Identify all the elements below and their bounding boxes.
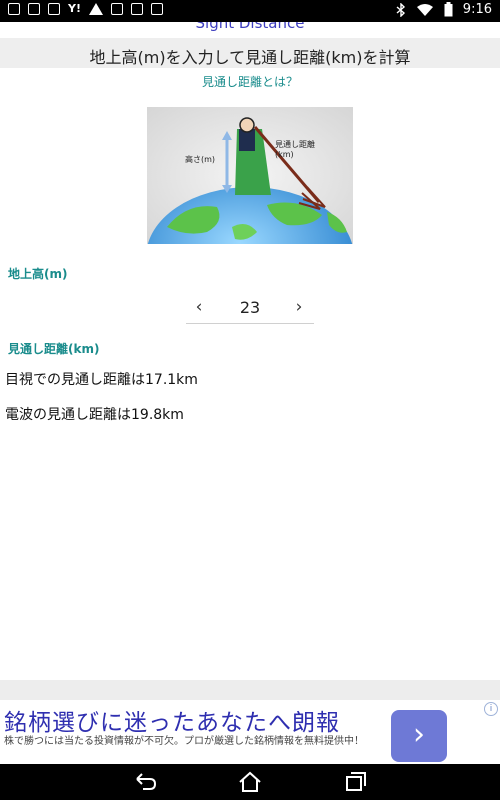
recent-apps-icon[interactable] xyxy=(342,770,370,794)
page-heading: 地上高(m)を入力して見通し距離(km)を計算 xyxy=(89,48,411,67)
increment-button[interactable]: › xyxy=(288,297,310,319)
app-title: Sight Distance xyxy=(195,22,305,32)
distance-caption-unit: (km) xyxy=(275,150,294,159)
mail-icon xyxy=(48,3,60,15)
distance-caption: 見通し距離 xyxy=(275,139,315,149)
ad-open-button[interactable]: › xyxy=(391,710,447,762)
sim-icon xyxy=(110,3,123,15)
height-caption: 高さ(m) xyxy=(185,154,215,164)
sight-distance-illustration: 高さ(m) 見通し距離 (km) xyxy=(147,107,353,244)
visual-distance-result: 目視での見通し距離は17.1km xyxy=(5,372,198,388)
app-title-bar: Sight Distance xyxy=(0,22,500,38)
home-icon[interactable] xyxy=(236,770,264,794)
back-icon[interactable] xyxy=(130,770,158,794)
wifi-icon xyxy=(416,3,433,16)
ad-subtitle[interactable]: 株で勝つには当たる投資情報が不可欠。プロが厳選した銘柄情報を無料提供中！ xyxy=(4,736,376,748)
notification-icons: Y! xyxy=(8,3,163,15)
divider-strip xyxy=(0,680,500,700)
yahoo-icon: Y! xyxy=(68,2,81,15)
distance-label: 見通し距離(km) xyxy=(8,342,100,356)
height-label: 地上高(m) xyxy=(8,267,68,281)
mail-icon xyxy=(28,3,40,15)
system-status: 9:16 xyxy=(396,2,492,17)
heading-bar: 地上高(m)を入力して見通し距離(km)を計算 xyxy=(0,38,500,68)
height-value[interactable]: 23 xyxy=(216,298,284,317)
navigation-bar xyxy=(0,764,500,800)
what-is-sight-distance-link[interactable]: 見通し距離とは？ xyxy=(0,73,500,90)
person-head xyxy=(239,117,255,133)
height-stepper[interactable]: ‹ 23 › xyxy=(186,293,314,324)
ad-info-icon[interactable]: i xyxy=(484,702,498,716)
battery-icon xyxy=(444,2,453,17)
decrement-button[interactable]: ‹ xyxy=(188,297,210,319)
bluetooth-icon xyxy=(396,2,405,17)
ad-banner[interactable]: 銘柄選びに迷ったあなたへ朗報 株で勝つには当たる投資情報が不可欠。プロが厳選した… xyxy=(0,700,500,764)
mail-icon xyxy=(8,3,20,15)
warning-icon xyxy=(88,3,103,15)
clock: 9:16 xyxy=(462,2,492,17)
shopping-bag-icon xyxy=(130,3,143,15)
status-bar: Y! 9:16 xyxy=(0,0,500,22)
shopping-bag-icon xyxy=(150,3,163,15)
ad-title[interactable]: 銘柄選びに迷ったあなたへ朗報 xyxy=(4,703,340,737)
radio-distance-result: 電波の見通し距離は19.8km xyxy=(5,407,184,423)
